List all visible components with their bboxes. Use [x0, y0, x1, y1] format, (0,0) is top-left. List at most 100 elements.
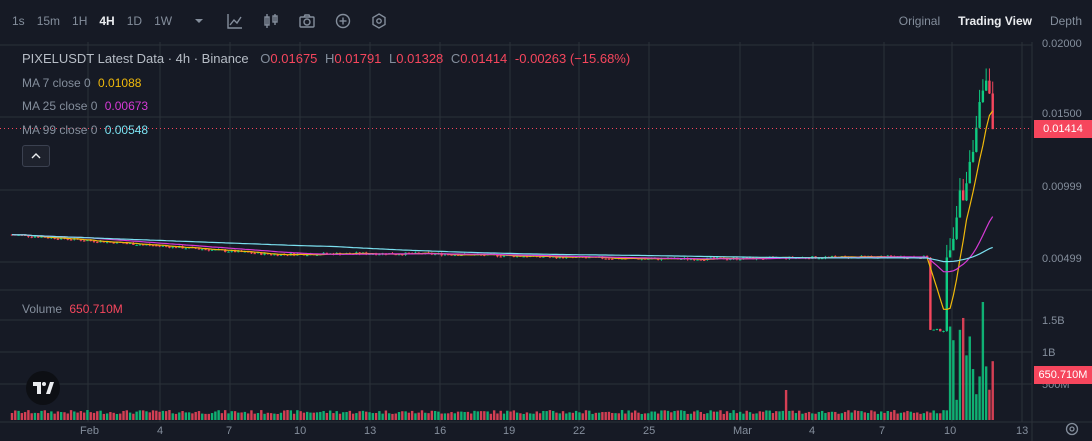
volume-bar: [401, 411, 404, 420]
ma7-legend: MA 7 close 0 0.01088: [22, 76, 141, 90]
volume-bar: [325, 412, 329, 420]
volume-label: Volume: [22, 302, 63, 316]
volume-bar: [906, 410, 909, 420]
volume-bar: [394, 413, 397, 420]
volume-bar: [112, 412, 115, 420]
volume-bar: [210, 413, 214, 420]
candle-body: [227, 251, 230, 253]
volume-legend: Volume 650.710M: [22, 302, 123, 316]
timeframe-4h[interactable]: 4H: [99, 14, 114, 28]
volume-bar: [788, 410, 791, 420]
volume-bar: [758, 411, 762, 420]
volume-bar: [929, 412, 932, 420]
current-price-tag: 0.01414: [1034, 120, 1092, 138]
volume-bar: [791, 410, 794, 420]
volume-bar: [525, 412, 529, 420]
volume-bar: [158, 411, 161, 420]
candle-body: [945, 257, 948, 331]
volume-bar: [745, 410, 748, 420]
view-trading-view[interactable]: Trading View: [958, 14, 1032, 28]
volume-bar: [33, 412, 37, 420]
volume-bar: [552, 410, 555, 420]
volume-bar: [604, 412, 607, 420]
settings-hex-icon[interactable]: [370, 12, 388, 30]
volume-bar: [775, 411, 778, 420]
candle-type-icon[interactable]: [262, 12, 280, 30]
timeframe-1d[interactable]: 1D: [127, 14, 142, 28]
high-value: 0.01791: [334, 51, 382, 66]
candle-body: [253, 253, 256, 255]
volume-bar: [427, 413, 430, 420]
volume-bar: [145, 411, 148, 420]
volume-bar: [256, 413, 260, 420]
volume-bar: [742, 413, 745, 420]
volume-bar: [181, 411, 184, 420]
candle-body: [82, 240, 86, 242]
volume-bar: [296, 410, 299, 420]
volume-bar: [283, 410, 286, 420]
volume-bar: [732, 410, 735, 420]
settings-icon[interactable]: [1064, 421, 1080, 437]
volume-bar: [827, 412, 830, 420]
volume-bar: [634, 410, 637, 420]
volume-bar: [656, 413, 660, 420]
volume-bar: [719, 410, 722, 420]
volume-bar: [640, 413, 643, 420]
candle-body: [269, 254, 273, 256]
price-tick: 0.01500: [1042, 108, 1082, 120]
volume-bar: [420, 410, 424, 420]
candle-body: [210, 249, 214, 251]
volume-bar: [463, 411, 466, 420]
volume-bar: [509, 411, 512, 420]
volume-bar: [883, 412, 886, 420]
volume-bar: [824, 413, 827, 420]
volume-bar: [433, 410, 437, 420]
ma25-legend: MA 25 close 0 0.00673: [22, 99, 148, 113]
view-depth[interactable]: Depth: [1050, 14, 1082, 28]
volume-bar: [958, 329, 962, 420]
volume-bar: [696, 410, 699, 420]
price-tick: 0.00999: [1042, 181, 1082, 193]
timeframe-1w[interactable]: 1W: [154, 14, 172, 28]
chevron-down-icon[interactable]: [190, 12, 208, 30]
ma25-line: [11, 216, 994, 273]
volume-bar: [138, 410, 142, 420]
volume-bar: [532, 413, 535, 420]
timeframe-15m[interactable]: 15m: [37, 14, 60, 28]
candle-body: [738, 259, 742, 261]
volume-bar: [784, 390, 788, 420]
price-chart[interactable]: [0, 42, 1092, 441]
volume-bar: [151, 410, 155, 420]
volume-bar: [453, 413, 456, 420]
collapse-legend-button[interactable]: [22, 145, 50, 167]
candle-body: [201, 249, 204, 251]
volume-bar: [673, 410, 676, 420]
volume-bar: [142, 410, 145, 420]
timeframe-1s[interactable]: 1s: [12, 14, 25, 28]
volume-bar: [798, 410, 801, 420]
volume-bar: [584, 410, 588, 420]
volume-bar: [574, 410, 578, 420]
volume-bar: [863, 412, 866, 420]
volume-bar: [37, 413, 40, 420]
plus-circle-icon[interactable]: [334, 12, 352, 30]
volume-bar: [479, 411, 483, 420]
tradingview-logo[interactable]: [26, 371, 60, 405]
volume-bar: [624, 413, 627, 420]
indicator-icon[interactable]: [226, 12, 244, 30]
candle-body: [968, 161, 971, 184]
volume-bar: [391, 413, 394, 420]
volume-bar: [187, 412, 191, 420]
volume-bar: [266, 412, 270, 420]
volume-bar: [515, 412, 519, 420]
volume-bar: [706, 413, 709, 420]
view-original[interactable]: Original: [899, 14, 940, 28]
volume-bar: [702, 413, 706, 420]
candle-body: [942, 330, 945, 332]
volume-bar: [276, 413, 279, 420]
camera-icon[interactable]: [298, 12, 316, 30]
timeframe-1h[interactable]: 1H: [72, 14, 87, 28]
candle-body: [725, 259, 729, 261]
volume-bar: [581, 413, 584, 420]
time-tick: Feb: [80, 425, 99, 437]
